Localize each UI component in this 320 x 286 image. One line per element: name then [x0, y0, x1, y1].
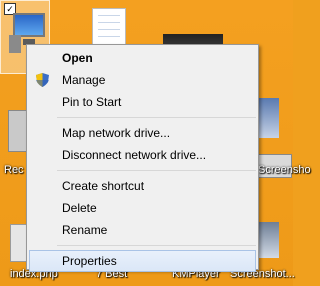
menu-item-create-shortcut[interactable]: Create shortcut	[29, 175, 256, 197]
document-icon[interactable]	[92, 8, 126, 46]
desktop-label-screenshot[interactable]: Screensho	[258, 164, 311, 176]
menu-item-label: Properties	[62, 254, 117, 268]
menu-item-open[interactable]: Open	[29, 47, 256, 69]
menu-item-rename[interactable]: Rename	[29, 219, 256, 241]
menu-separator	[57, 245, 256, 246]
menu-separator	[57, 170, 256, 171]
menu-item-label: Delete	[62, 201, 97, 215]
context-menu: Open Manage Pin to Start Map network dri…	[26, 44, 259, 272]
menu-separator	[57, 117, 256, 118]
menu-item-label: Map network drive...	[62, 126, 171, 140]
menu-item-label: Manage	[62, 73, 106, 87]
menu-item-properties[interactable]: Properties	[29, 250, 256, 272]
tower-icon	[9, 35, 21, 53]
uac-shield-icon	[36, 73, 49, 87]
menu-item-manage[interactable]: Manage	[29, 69, 256, 91]
menu-item-label: Create shortcut	[62, 179, 145, 193]
desktop-label-rec[interactable]: Rec	[4, 164, 24, 176]
menu-item-map-network-drive[interactable]: Map network drive...	[29, 122, 256, 144]
menu-item-label: Rename	[62, 223, 108, 237]
menu-item-disconnect-network-drive[interactable]: Disconnect network drive...	[29, 144, 256, 166]
menu-item-label: Disconnect network drive...	[62, 148, 207, 162]
menu-item-label: Open	[62, 51, 93, 65]
monitor-icon	[13, 13, 45, 37]
menu-item-pin-to-start[interactable]: Pin to Start	[29, 91, 256, 113]
menu-item-label: Pin to Start	[62, 95, 122, 109]
menu-item-delete[interactable]: Delete	[29, 197, 256, 219]
